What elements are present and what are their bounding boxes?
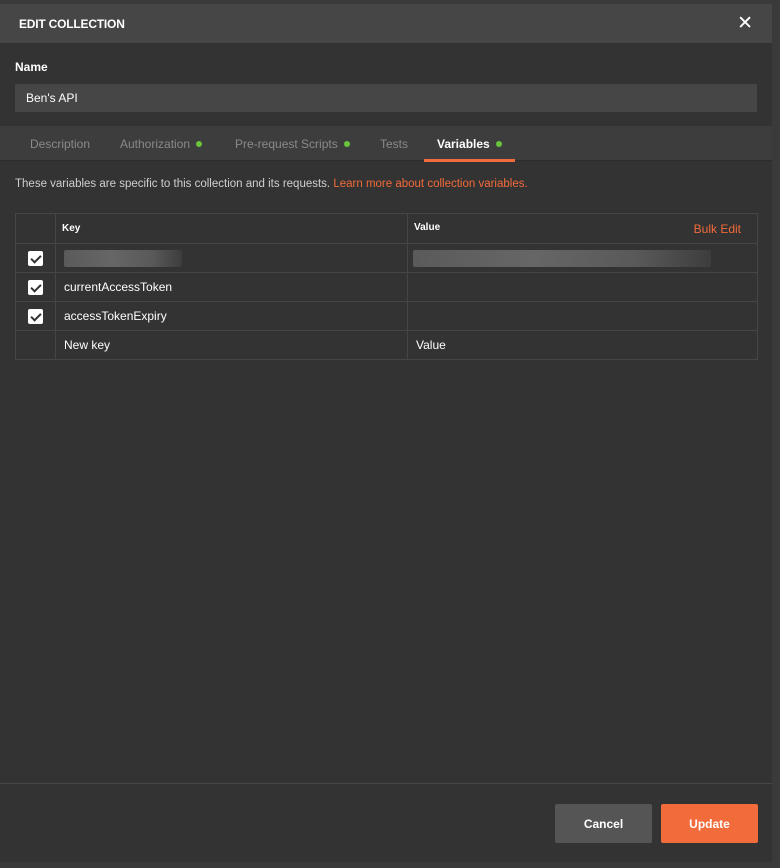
redacted-key xyxy=(64,249,182,267)
tab-label: Authorization xyxy=(120,136,191,151)
header-checkbox-cell xyxy=(15,213,56,244)
value-header-label: Value xyxy=(414,221,441,233)
value-header: Value Bulk Edit xyxy=(407,213,758,244)
table-header-row: Key Value Bulk Edit xyxy=(15,213,758,244)
row-checkbox[interactable] xyxy=(28,308,43,324)
tab-label: Pre-request Scripts xyxy=(235,136,338,151)
tab-tests[interactable]: Tests xyxy=(380,126,408,161)
variables-table: Key Value Bulk Edit currentAccessToken a… xyxy=(15,213,758,360)
value-cell[interactable] xyxy=(407,243,758,273)
key-cell[interactable] xyxy=(55,243,408,273)
tab-description[interactable]: Description xyxy=(30,126,90,161)
new-value-input[interactable]: Value xyxy=(407,330,758,360)
tab-authorization[interactable]: Authorization xyxy=(120,126,203,161)
key-cell[interactable]: accessTokenExpiry xyxy=(55,301,408,331)
new-key-input[interactable]: New key xyxy=(55,330,408,360)
table-row xyxy=(15,243,758,273)
dialog-title: EDIT COLLECTION xyxy=(19,16,125,31)
tab-label: Tests xyxy=(380,136,409,151)
tab-label: Variables xyxy=(437,136,490,151)
name-input[interactable]: Ben's API xyxy=(15,84,757,112)
edit-collection-dialog: EDIT COLLECTION ✕ Name Ben's API Descrip… xyxy=(0,4,772,862)
row-checkbox[interactable] xyxy=(28,279,43,295)
cancel-button[interactable]: Cancel xyxy=(555,804,652,843)
variables-description: These variables are specific to this col… xyxy=(15,178,528,190)
key-header: Key xyxy=(55,213,408,244)
tab-pre-request-scripts[interactable]: Pre-request Scripts xyxy=(235,126,350,161)
new-variable-row: New key Value xyxy=(15,330,758,360)
dialog-header: EDIT COLLECTION ✕ xyxy=(0,4,772,43)
status-dot-icon xyxy=(196,140,203,147)
redacted-value xyxy=(413,249,711,267)
value-cell[interactable] xyxy=(407,272,758,302)
learn-more-link[interactable]: Learn more about collection variables. xyxy=(333,178,527,190)
update-button[interactable]: Update xyxy=(661,804,758,843)
table-row: accessTokenExpiry xyxy=(15,301,758,331)
name-label: Name xyxy=(15,60,48,74)
tab-bar: Description Authorization Pre-request Sc… xyxy=(0,126,772,162)
key-cell[interactable]: currentAccessToken xyxy=(55,272,408,302)
dialog-footer: Cancel Update xyxy=(0,783,772,862)
status-dot-icon xyxy=(343,140,350,147)
row-checkbox[interactable] xyxy=(28,250,43,266)
intro-text: These variables are specific to this col… xyxy=(15,178,331,190)
value-cell[interactable] xyxy=(407,301,758,331)
close-icon[interactable]: ✕ xyxy=(737,14,753,33)
background-strip xyxy=(772,0,780,868)
status-dot-icon xyxy=(495,140,502,147)
tab-variables[interactable]: Variables xyxy=(424,126,515,162)
table-row: currentAccessToken xyxy=(15,272,758,302)
tab-label: Description xyxy=(30,136,91,151)
bulk-edit-link[interactable]: Bulk Edit xyxy=(694,222,741,236)
